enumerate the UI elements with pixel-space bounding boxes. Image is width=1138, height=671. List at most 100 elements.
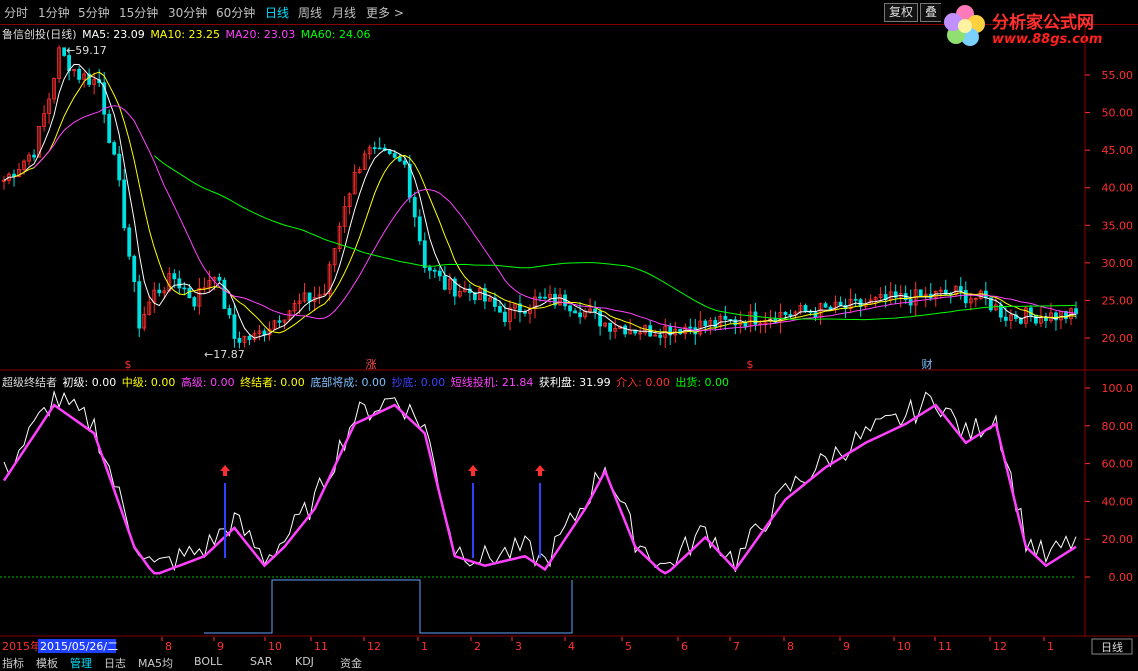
candle-body <box>573 310 577 314</box>
candle-body <box>658 334 663 338</box>
month-label: 12 <box>993 640 1007 653</box>
bottom-tab-0[interactable]: 指标 <box>2 655 24 671</box>
period-label: 日线 <box>1101 640 1123 654</box>
price-tick-label: 55.00 <box>1102 69 1134 82</box>
buy-arrow-icon <box>468 465 478 476</box>
month-label: 10 <box>268 640 282 653</box>
month-label: 8 <box>787 640 794 653</box>
ma60-line <box>153 155 1077 321</box>
candle-body <box>117 153 122 181</box>
indicator-tick-label: 60.00 <box>1102 458 1134 471</box>
month-label: 3 <box>515 640 522 653</box>
month-label: 8 <box>165 640 172 653</box>
candle-body <box>442 275 447 290</box>
candle-body <box>397 156 402 162</box>
candle-body <box>783 311 788 315</box>
candle-body <box>137 281 142 329</box>
month-label: 7 <box>733 640 740 653</box>
candle-body <box>437 270 442 277</box>
candle-body <box>963 290 968 304</box>
indicator-tick-label: 40.00 <box>1102 495 1134 508</box>
candle-body <box>918 289 923 297</box>
month-label: 11 <box>314 640 328 653</box>
candle-body <box>688 326 693 329</box>
candle-body <box>157 289 162 294</box>
price-tick-label: 50.00 <box>1102 107 1134 120</box>
candle-body <box>132 255 137 283</box>
candle-body <box>417 216 422 242</box>
candle-body <box>498 306 502 313</box>
candle-body <box>122 179 127 229</box>
candle-body <box>703 320 708 327</box>
candle-body <box>427 267 432 271</box>
candle-body <box>237 338 242 343</box>
price-tick-label: 45.00 <box>1102 144 1134 157</box>
buy-arrow-icon <box>220 465 230 476</box>
candle-body <box>372 147 377 150</box>
candle-body <box>503 311 507 323</box>
month-label: 6 <box>681 640 688 653</box>
high-price-label: ←59.17 <box>66 44 107 57</box>
candle-body <box>107 113 112 143</box>
candle-body <box>172 273 177 280</box>
price-tick-label: 30.00 <box>1102 257 1134 270</box>
bottom-tab-4[interactable]: MA5均 <box>138 655 173 671</box>
candle-body <box>813 312 818 318</box>
year-label: 2015年 <box>2 639 41 653</box>
month-label: 12 <box>367 640 381 653</box>
candle-body <box>247 335 252 341</box>
price-tick-label: 40.00 <box>1102 182 1134 195</box>
candle-body <box>227 308 232 316</box>
indicator-tick-label: 80.00 <box>1102 420 1134 433</box>
candle-body <box>177 278 182 289</box>
candle-body <box>1034 314 1038 324</box>
month-label: 5 <box>625 640 632 653</box>
candle-body <box>838 301 843 306</box>
candle-body <box>32 154 36 158</box>
signal-marker: 涨 <box>366 358 377 371</box>
candle-body <box>182 287 187 290</box>
candle-body <box>543 296 547 299</box>
kline-chart[interactable]: ←59.17←17.87$ 涨 $ 财 55.0050.0045.0040.0035.… <box>0 0 1138 661</box>
month-label: 9 <box>217 640 224 653</box>
candle-body <box>568 305 572 312</box>
candle-body <box>402 160 407 165</box>
candle-body <box>853 298 858 301</box>
price-tick-label: 35.00 <box>1102 219 1134 232</box>
candle-body <box>412 197 417 218</box>
month-label: 9 <box>843 640 850 653</box>
candle-body <box>578 312 582 318</box>
candle-body <box>733 319 738 326</box>
month-label: 11 <box>938 640 952 653</box>
candle-body <box>422 240 427 268</box>
candle-body <box>538 296 542 299</box>
bottom-tab-2[interactable]: 管理 <box>70 655 92 671</box>
candle-body <box>127 227 132 257</box>
candle-body <box>232 314 237 339</box>
price-tick-label: 25.00 <box>1102 294 1134 307</box>
candle-body <box>217 276 222 281</box>
bottom-tab-7[interactable]: KDJ <box>295 655 314 668</box>
candle-body <box>222 279 227 309</box>
month-label: 2 <box>474 640 481 653</box>
month-label: 4 <box>568 640 575 653</box>
indicator-tick-label: 0.00 <box>1109 571 1134 584</box>
bottom-tab-6[interactable]: SAR <box>250 655 272 668</box>
bottom-tab-3[interactable]: 日志 <box>104 655 126 671</box>
cursor-date: 2015/05/26/二 <box>40 640 118 653</box>
candle-body <box>277 320 282 323</box>
candle-body <box>187 287 192 298</box>
candle-body <box>723 315 728 320</box>
candle-body <box>593 308 598 313</box>
candle-body <box>788 314 793 316</box>
signal-marker: 财 <box>922 357 933 371</box>
candle-body <box>77 68 82 80</box>
buy-arrow-icon <box>535 465 545 476</box>
bottom-tab-1[interactable]: 模板 <box>36 655 58 671</box>
candle-body <box>112 142 117 155</box>
bottom-tab-8[interactable]: 资金 <box>340 655 362 671</box>
candle-body <box>623 325 628 335</box>
bottom-tab-5[interactable]: BOLL <box>194 655 222 668</box>
month-label: 1 <box>421 640 428 653</box>
candle-body <box>1003 316 1008 321</box>
